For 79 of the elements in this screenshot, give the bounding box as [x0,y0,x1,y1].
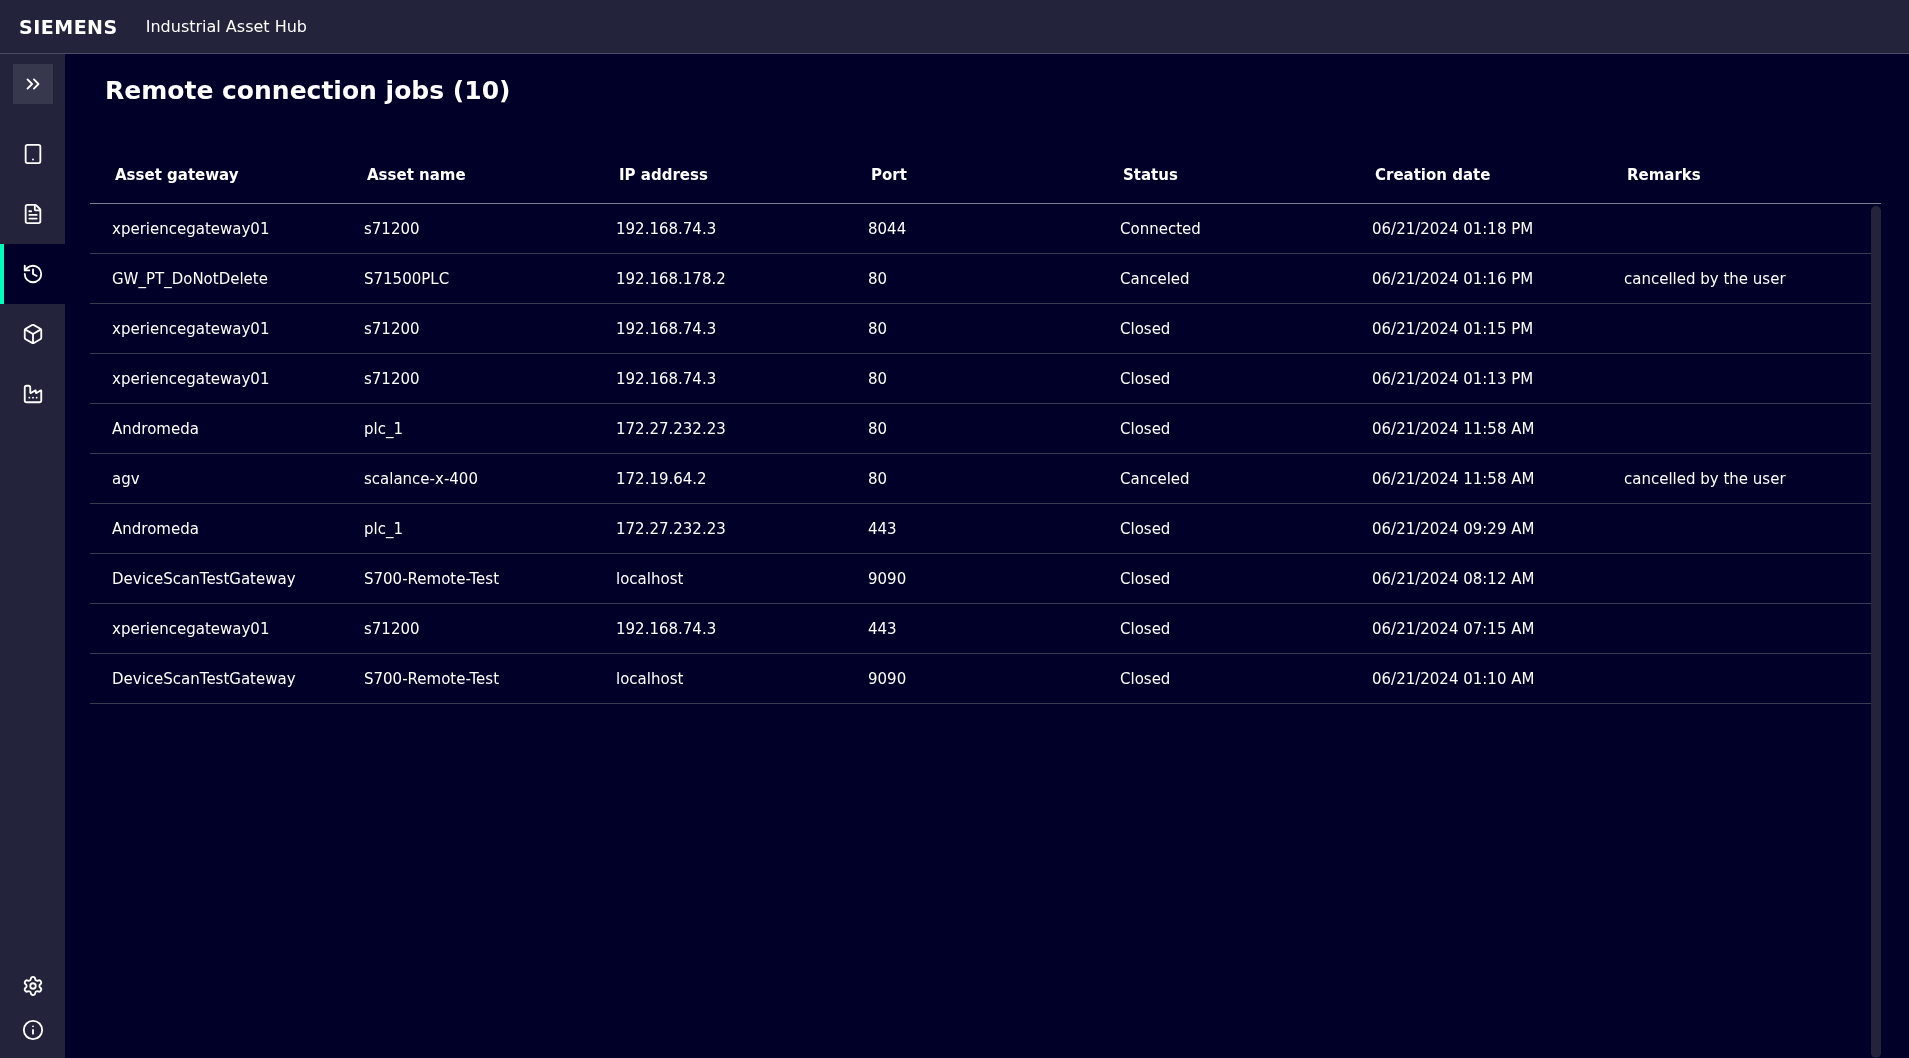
table-cell-text: 443 [867,619,898,638]
expand-button[interactable] [13,64,53,104]
table-cell-text: Closed [1119,669,1172,688]
column-header: Creation date [1374,166,1492,184]
factory-icon [21,383,44,405]
table-cell-text: 192.168.74.3 [615,619,718,638]
table-cell-text: cancelled by the user [1623,469,1787,488]
nav-item[interactable] [0,244,65,304]
table-cell-text: 06/21/2024 01:13 PM [1371,369,1535,388]
table-cell-text: 80 [867,269,889,288]
brand-logo: SIEMENS [19,15,118,38]
table-cell-text: plc_1 [363,519,404,538]
table-cell-text: s71200 [363,369,421,388]
table-cell-text: 192.168.74.3 [615,369,718,388]
column-header: Asset name [366,166,467,184]
info-icon [21,1019,44,1041]
table-cell-text: S700-Remote-Test [363,669,500,688]
table-cell-text: 06/21/2024 08:12 AM [1371,569,1536,588]
table-cell-text: s71200 [363,219,421,238]
table-cell-text: 9090 [867,669,908,688]
table-cell-text: Closed [1119,619,1172,638]
table-cell-text: s71200 [363,619,421,638]
table-cell-text: localhost [615,669,685,688]
table-cell-text: plc_1 [363,419,404,438]
table-cell-text: DeviceScanTestGateway [111,569,297,588]
table-cell-text: Closed [1119,519,1172,538]
column-header: Port [870,166,908,184]
table-cell-text: 06/21/2024 11:58 AM [1371,469,1536,488]
table-cell-text: Canceled [1119,469,1191,488]
table-cell-text: 172.19.64.2 [615,469,708,488]
page-title: Remote connection jobs (10) [105,76,512,105]
table-cell-text: Closed [1119,319,1172,338]
table-cell-text: agv [111,469,141,488]
table-cell-text: xperiencegateway01 [111,619,271,638]
table-cell-text: S700-Remote-Test [363,569,500,588]
table-cell-text: Closed [1119,369,1172,388]
table-cell-text: 80 [867,419,889,438]
table-cell-text: 06/21/2024 01:18 PM [1371,219,1535,238]
table-cell-text: scalance-x-400 [363,469,479,488]
table-cell-text: 9090 [867,569,908,588]
table-cell-text: S71500PLC [363,269,451,288]
table-cell-text: 172.27.232.23 [615,519,727,538]
table-cell-text: 192.168.178.2 [615,269,727,288]
table-cell-text: 06/21/2024 07:15 AM [1371,619,1536,638]
column-header: Status [1122,166,1179,184]
table-cell-text: 06/21/2024 01:10 AM [1371,669,1536,688]
table-cell-text: 192.168.74.3 [615,319,718,338]
table-cell-text: Andromeda [111,419,200,438]
table-cell-text: xperiencegateway01 [111,369,271,388]
cube-icon [21,323,44,345]
history-icon [21,263,44,285]
table-cell-text: 06/21/2024 01:15 PM [1371,319,1535,338]
table-cell-text: 80 [867,369,889,388]
table-cell-text: 06/21/2024 01:16 PM [1371,269,1535,288]
table-cell-text: Connected [1119,219,1202,238]
table-cell-text: 8044 [867,219,908,238]
table-cell-text: Closed [1119,569,1172,588]
table-cell-text: xperiencegateway01 [111,219,271,238]
table-cell-text: Andromeda [111,519,200,538]
column-header: Asset gateway [114,166,240,184]
table-cell-text: Canceled [1119,269,1191,288]
table-cell-text: 443 [867,519,898,538]
table-cell-text: DeviceScanTestGateway [111,669,297,688]
table-cell-text: 06/21/2024 09:29 AM [1371,519,1536,538]
settings-icon [21,975,44,997]
table-cell-text: GW_PT_DoNotDelete [111,269,269,288]
table-cell-text: Closed [1119,419,1172,438]
table-cell-text: localhost [615,569,685,588]
table-cell-text: 192.168.74.3 [615,219,718,238]
app-title: Industrial Asset Hub [145,17,307,36]
table-cell-text: 80 [867,319,889,338]
column-header: Remarks [1626,166,1702,184]
table-cell-text: 80 [867,469,889,488]
table-cell-text: s71200 [363,319,421,338]
table-cell-text: 06/21/2024 11:58 AM [1371,419,1536,438]
table-cell-text: cancelled by the user [1623,269,1787,288]
table-cell-text: xperiencegateway01 [111,319,271,338]
column-header: IP address [618,166,709,184]
table-cell-text: 172.27.232.23 [615,419,727,438]
